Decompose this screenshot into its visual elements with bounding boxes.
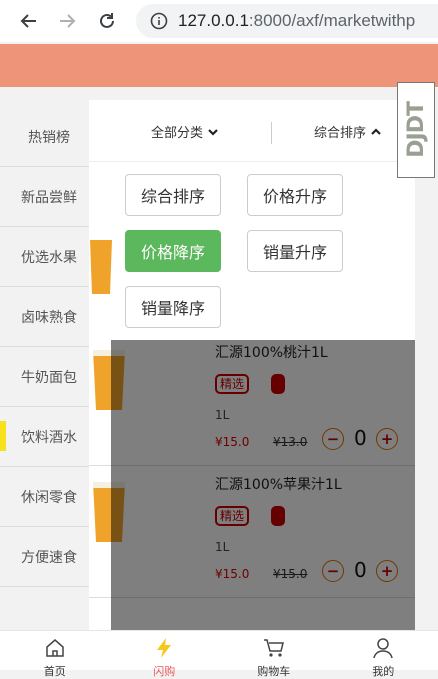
forward-button[interactable] [48, 0, 86, 42]
nav-flash[interactable]: 闪购 [110, 631, 220, 670]
person-icon [372, 637, 394, 659]
nav-mine[interactable]: 我的 [329, 631, 438, 670]
sidebar-item-label: 卤味熟食 [21, 307, 77, 327]
nav-mine-label: 我的 [372, 663, 394, 679]
bottom-nav: 首页 闪购 购物车 我的 [0, 630, 438, 670]
url-path: :8000/axf/marketwithp [249, 11, 415, 30]
sidebar-item-fruit[interactable]: 优选水果 [0, 227, 98, 287]
juice-bottle-image [88, 236, 114, 298]
browser-toolbar: 127.0.0.1:8000/axf/marketwithp [0, 0, 438, 42]
cart-icon [263, 637, 285, 659]
nav-cart-label: 购物车 [257, 663, 290, 679]
sidebar-item-label: 牛奶面包 [21, 367, 77, 387]
sort-option-sales-asc[interactable]: 销量升序 [247, 230, 343, 272]
info-icon [150, 12, 168, 30]
sidebar-item-hot[interactable]: 热销榜 [0, 107, 98, 167]
forward-arrow-icon [57, 11, 77, 31]
back-arrow-icon [19, 11, 39, 31]
back-button[interactable] [10, 0, 48, 42]
reload-icon [97, 11, 117, 31]
debug-toolbar-logo: DJDT [404, 102, 429, 158]
sort-option-price-desc[interactable]: 价格降序 [125, 230, 221, 272]
category-filter-button[interactable]: 全部分类 [151, 122, 219, 141]
sort-option-comprehensive[interactable]: 综合排序 [125, 174, 221, 216]
nav-home[interactable]: 首页 [0, 631, 110, 670]
nav-cart[interactable]: 购物车 [219, 631, 329, 670]
modal-backdrop[interactable] [111, 340, 415, 630]
sort-option-price-asc[interactable]: 价格升序 [247, 174, 343, 216]
nav-flash-label: 闪购 [153, 663, 175, 679]
sidebar-item-dairy[interactable]: 牛奶面包 [0, 347, 98, 407]
sidebar-item-new[interactable]: 新品尝鲜 [0, 167, 98, 227]
sort-order-button[interactable]: 综合排序 [314, 122, 382, 141]
debug-toolbar-handle[interactable]: DJDT [397, 82, 435, 178]
sort-option-sales-desc[interactable]: 销量降序 [125, 286, 221, 328]
url-host: 127.0.0.1 [178, 11, 249, 30]
category-sidebar: 热销榜 新品尝鲜 优选水果 卤味熟食 牛奶面包 饮料酒水 休闲零食 方便速食 [0, 107, 98, 607]
chevron-up-icon [370, 126, 382, 138]
sort-divider [271, 122, 272, 144]
reload-button[interactable] [88, 0, 126, 42]
sidebar-item-deli[interactable]: 卤味熟食 [0, 287, 98, 347]
chevron-down-icon [207, 126, 219, 138]
house-icon [44, 637, 66, 659]
lightning-icon [153, 637, 175, 659]
sidebar-item-instant[interactable]: 方便速食 [0, 527, 98, 587]
sort-order-label: 综合排序 [314, 122, 366, 141]
url-text: 127.0.0.1:8000/axf/marketwithp [178, 11, 415, 31]
sidebar-item-label: 饮料酒水 [21, 427, 77, 447]
sidebar-item-snacks[interactable]: 休闲零食 [0, 467, 98, 527]
sidebar-item-label: 新品尝鲜 [21, 187, 77, 207]
sort-options-panel: 综合排序 价格升序 价格降序 销量升序 销量降序 [89, 163, 415, 340]
sidebar-item-label: 休闲零食 [21, 487, 77, 507]
sidebar-item-drinks[interactable]: 饮料酒水 [0, 407, 98, 467]
address-bar[interactable]: 127.0.0.1:8000/axf/marketwithp [136, 4, 438, 38]
category-filter-label: 全部分类 [151, 122, 203, 141]
nav-home-label: 首页 [44, 663, 66, 679]
sidebar-item-label: 优选水果 [21, 247, 77, 267]
sort-bar: 全部分类 综合排序 [89, 100, 415, 162]
sidebar-item-label: 方便速食 [21, 547, 77, 567]
app-header [0, 44, 438, 87]
sidebar-item-label: 热销榜 [28, 127, 70, 147]
